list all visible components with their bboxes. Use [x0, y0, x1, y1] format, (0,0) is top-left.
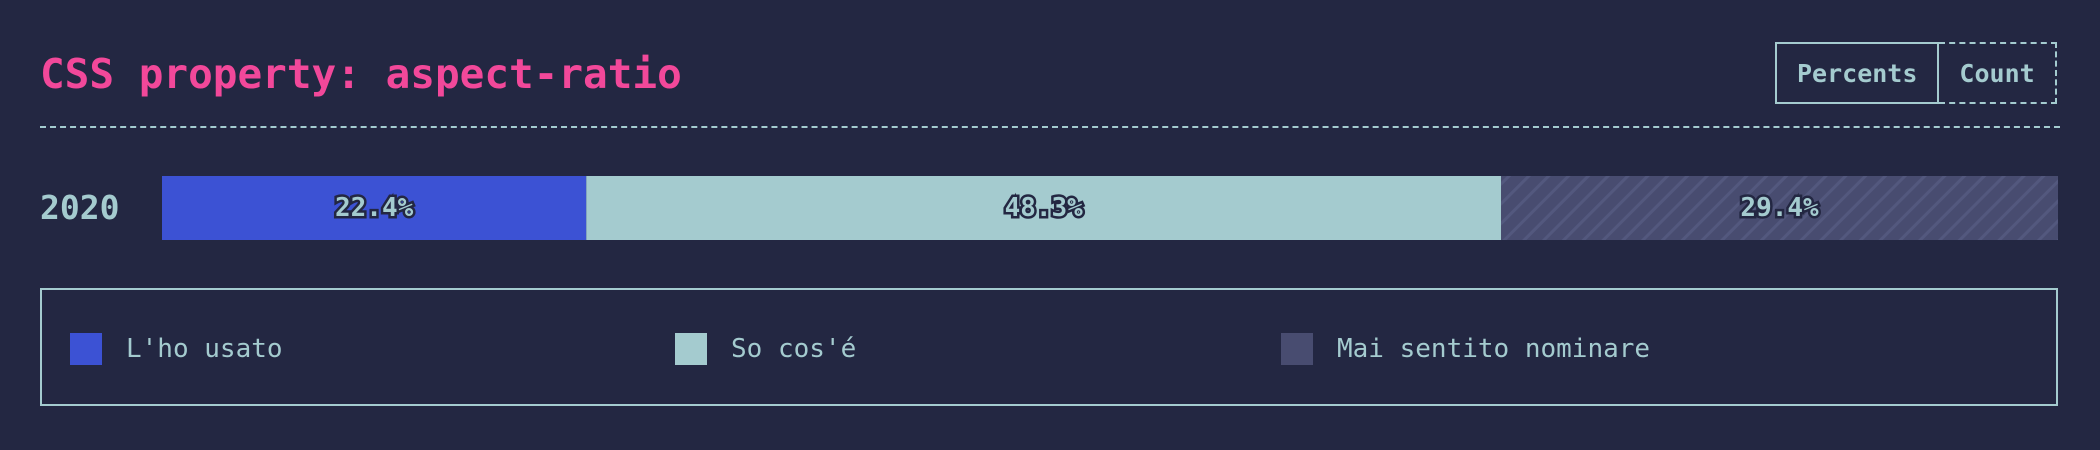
bar-label-know: 48.3%	[1005, 193, 1084, 223]
bar-group: 22.4% 48.3% 29.4%	[162, 176, 2058, 240]
legend-label-never: Mai sentito nominare	[1337, 334, 1651, 364]
legend-item-know[interactable]: So cos'é	[675, 333, 856, 365]
legend-item-used[interactable]: L'ho usato	[70, 333, 283, 365]
legend-item-never[interactable]: Mai sentito nominare	[1281, 333, 1650, 365]
bar-label-used: 22.4%	[335, 193, 414, 223]
legend-swatch-used	[70, 333, 102, 365]
legend-swatch-never	[1281, 333, 1313, 365]
legend-label-know: So cos'é	[731, 334, 857, 364]
legend-label-used: L'ho usato	[126, 334, 283, 364]
legend-swatch-know	[675, 333, 707, 365]
chart-block: CSS property: aspect-ratio Percents Coun…	[0, 0, 2100, 450]
legend: L'ho usato So cos'é Mai sentito nominare	[40, 288, 2058, 406]
bar-label-never: 29.4%	[1740, 193, 1819, 223]
